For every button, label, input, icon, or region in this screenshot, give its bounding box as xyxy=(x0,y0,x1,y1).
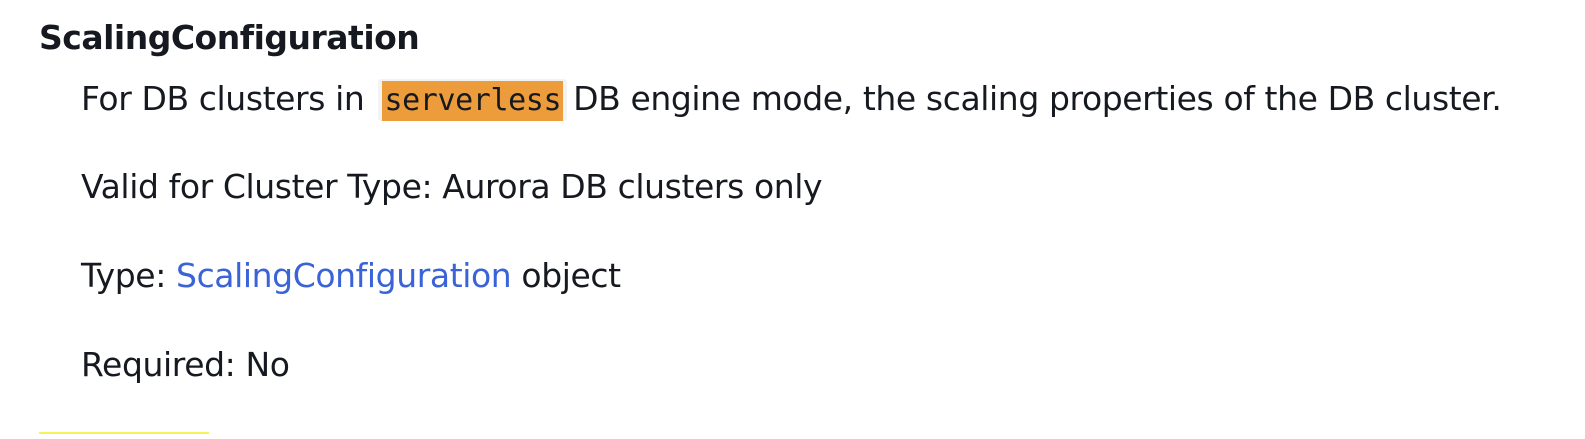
type-label: Type: xyxy=(81,256,166,295)
description-prefix: For DB clusters in xyxy=(81,79,365,118)
parameter-name: ScalingConfiguration xyxy=(39,18,420,57)
description-suffix: DB engine mode, the scaling properties o… xyxy=(573,79,1502,118)
valid-for-cluster-type: Valid for Cluster Type: Aurora DB cluste… xyxy=(81,167,823,206)
parameter-type: Type: ScalingConfiguration object xyxy=(81,256,1571,296)
inline-code-box: serverless xyxy=(378,79,568,121)
type-suffix: object xyxy=(521,256,621,295)
type-link-scalingconfiguration[interactable]: ScalingConfiguration xyxy=(176,256,512,295)
parameter-required: Required: No xyxy=(81,345,290,384)
inline-code-serverless: serverless xyxy=(382,81,564,121)
parameter-description: For DB clusters in serverless DB engine m… xyxy=(81,79,1571,121)
section-divider xyxy=(39,432,209,434)
